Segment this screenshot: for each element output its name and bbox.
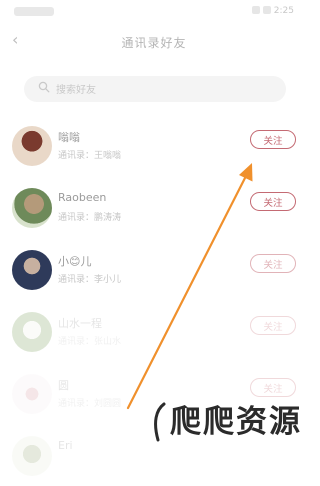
contact-source: 通讯录：刘圆圆 — [58, 399, 122, 409]
follow-button[interactable]: 关注 — [250, 192, 296, 211]
wifi-icon — [251, 6, 260, 14]
contact-row[interactable]: 小😊儿 通讯录：李小儿 关注 — [0, 242, 308, 300]
contact-name: Raobeen — [58, 191, 107, 204]
avatar — [12, 312, 52, 352]
contact-name: 小😊儿 — [58, 255, 92, 268]
contact-name: 圆 — [58, 379, 69, 392]
follow-button[interactable]: 关注 — [250, 316, 296, 335]
battery-icon — [262, 6, 271, 14]
contact-name: Eri — [58, 439, 73, 452]
watermark-text: 爬爬资源 — [170, 404, 302, 440]
contact-row[interactable]: 山水一程 通讯录：张山水 关注 — [0, 304, 308, 362]
contact-name: 山水一程 — [58, 317, 102, 330]
follow-button[interactable]: 关注 — [250, 378, 296, 397]
avatar — [12, 436, 52, 476]
contact-source: 通讯录：张山水 — [58, 337, 122, 347]
contact-source: 通讯录：李小儿 — [58, 275, 122, 285]
watermark: 爬爬资源 — [150, 396, 302, 442]
avatar — [12, 126, 52, 166]
avatar — [12, 374, 52, 414]
contact-row[interactable]: Raobeen 通讯录：鹏涛涛 关注 — [0, 180, 308, 238]
contact-source: 通讯录：王嗡嗡 — [58, 151, 122, 161]
status-time: 2:25 — [273, 6, 294, 16]
contact-name: 嗡嗡 — [58, 131, 80, 144]
search-icon — [38, 81, 50, 93]
avatar — [12, 250, 52, 290]
search-input[interactable] — [54, 76, 276, 104]
follow-button[interactable]: 关注 — [250, 254, 296, 273]
status-carrier-placeholder — [14, 7, 54, 16]
search-bar[interactable] — [24, 76, 286, 104]
contact-row[interactable]: 嗡嗡 通讯录：王嗡嗡 关注 — [0, 118, 308, 176]
follow-button[interactable]: 关注 — [250, 130, 296, 149]
contact-source: 通讯录：鹏涛涛 — [58, 213, 122, 223]
header: ‹ 通讯录好友 — [0, 26, 308, 58]
watermark-logo-icon — [154, 402, 166, 442]
status-indicators: 2:25 — [251, 6, 294, 16]
avatar — [12, 188, 52, 228]
status-bar: 2:25 — [0, 0, 308, 24]
page-title: 通讯录好友 — [121, 36, 187, 50]
